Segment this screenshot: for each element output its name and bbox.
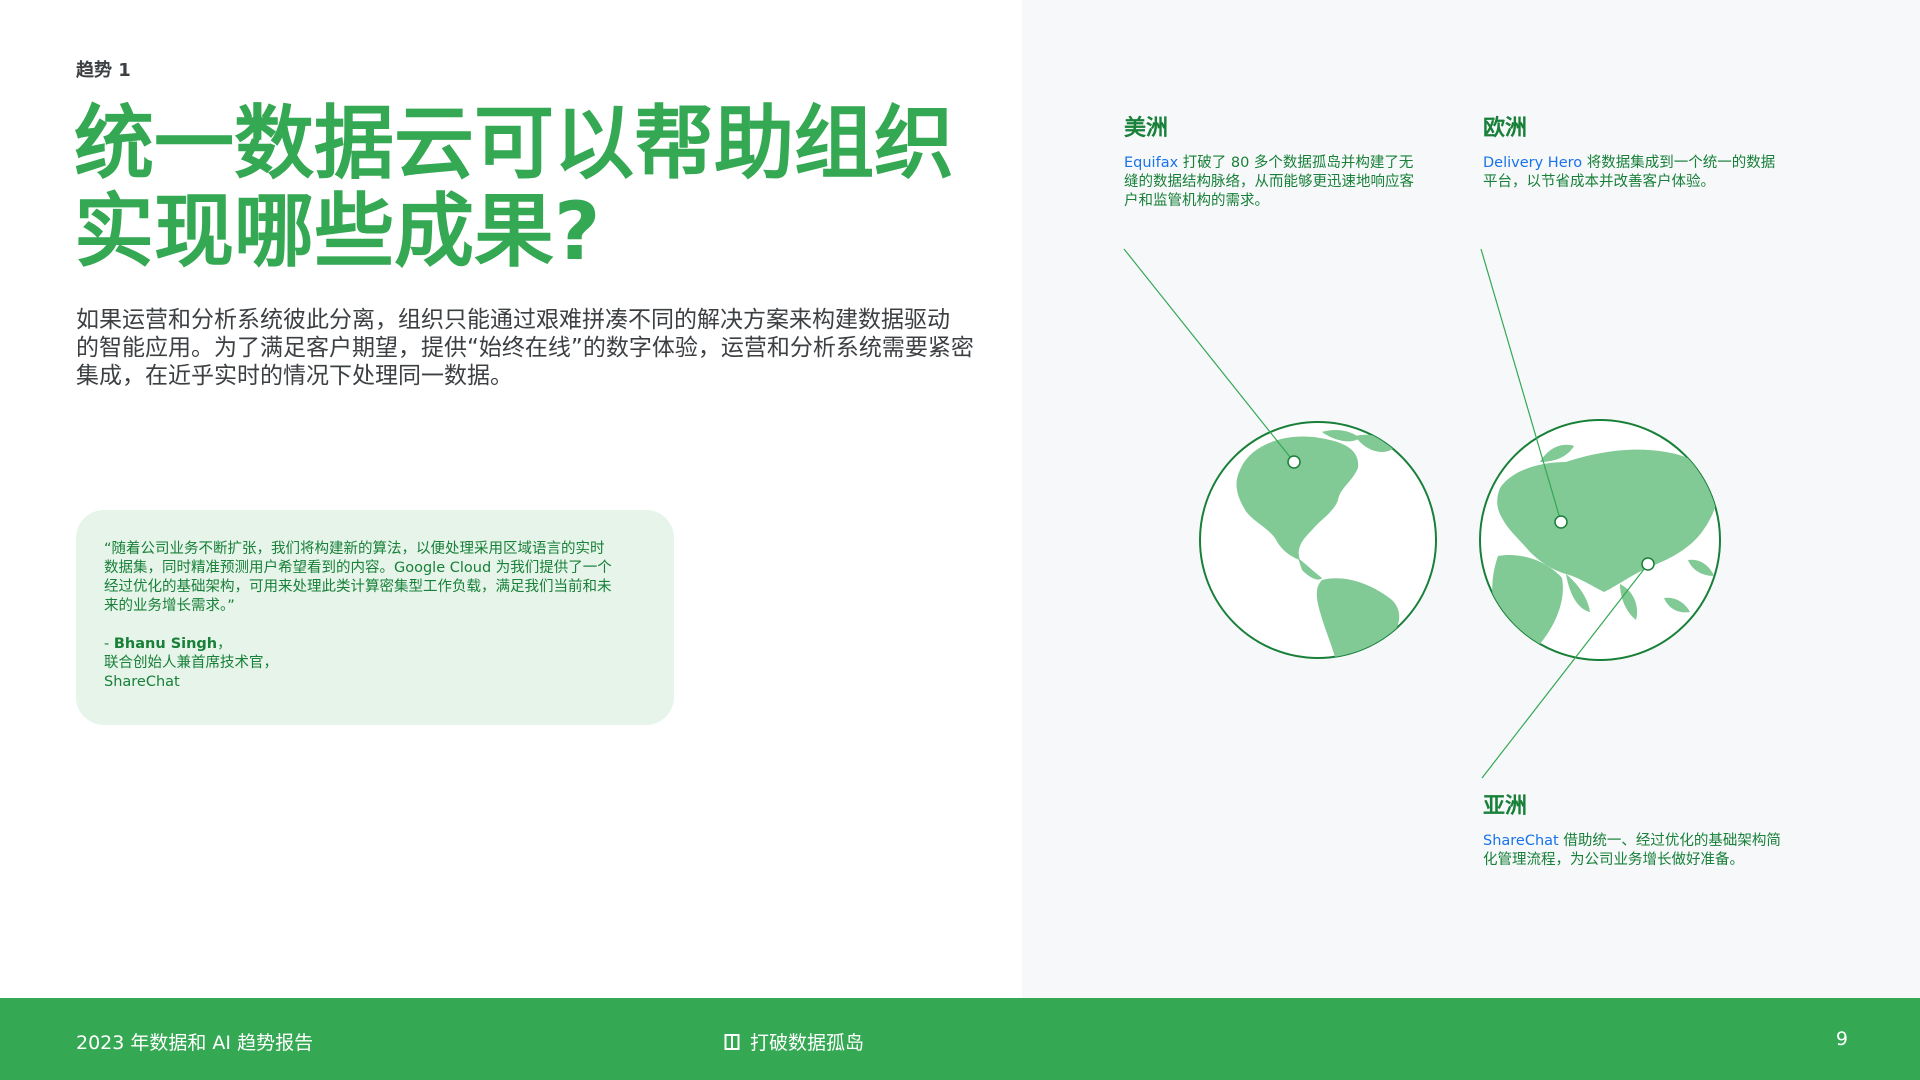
footer-report-title: 2023 年数据和 AI 趋势报告 — [76, 1032, 314, 1054]
book-icon — [724, 1033, 740, 1050]
eurasia-globe-icon — [1479, 248, 1721, 779]
footer-bar: 2023 年数据和 AI 趋势报告 打破数据孤岛 9 — [0, 998, 1920, 1080]
globes-illustration — [1123, 248, 1721, 779]
page-number: 9 — [1835, 1028, 1848, 1050]
footer-section-title: 打破数据孤岛 — [750, 1032, 865, 1054]
americas-globe-icon — [1123, 248, 1437, 659]
footer-section-link[interactable]: 打破数据孤岛 — [724, 1028, 864, 1055]
